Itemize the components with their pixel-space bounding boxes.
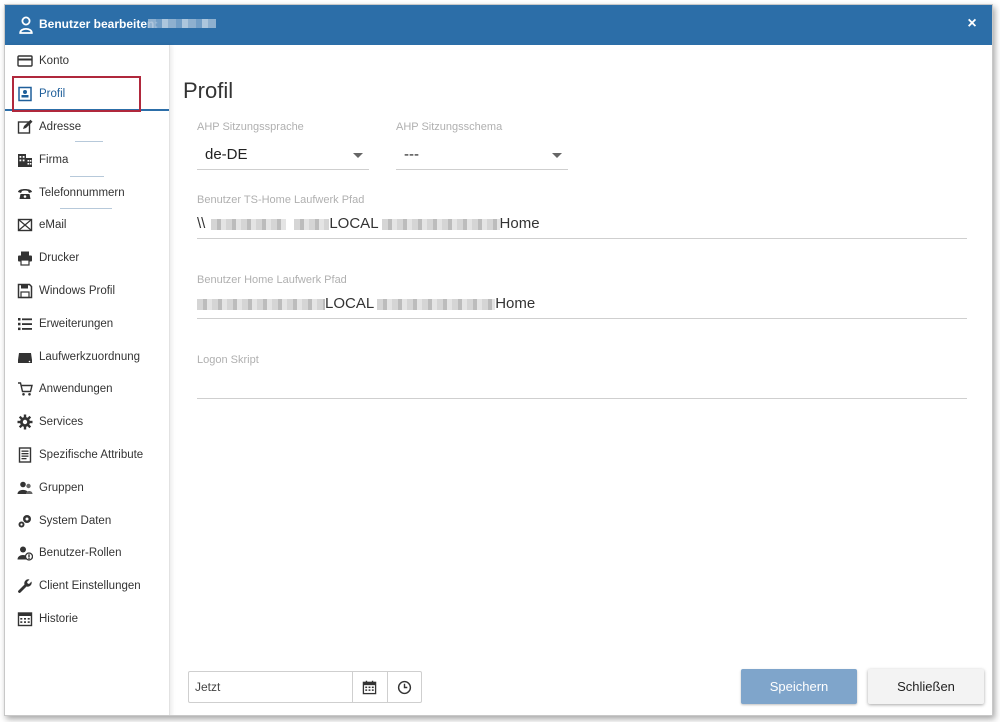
cart-icon xyxy=(16,380,34,398)
home-label: Benutzer Home Laufwerk Pfad xyxy=(197,274,347,286)
building-icon xyxy=(16,151,34,169)
sidebar-item-label: Profil xyxy=(39,88,66,101)
edit-icon xyxy=(16,118,34,136)
sidebar-item-profil[interactable]: Profil xyxy=(5,78,169,111)
divider xyxy=(70,176,104,177)
sidebar-item-benutzer-rollen[interactable]: Benutzer-Rollen xyxy=(5,537,169,570)
sidebar-item-laufwerkzuordnung[interactable]: Laufwerkzuordnung xyxy=(5,340,169,373)
sidebar-item-konto[interactable]: Konto xyxy=(5,45,169,78)
close-button[interactable]: Schließen xyxy=(868,669,984,704)
drive-icon xyxy=(16,348,34,366)
divider xyxy=(60,208,112,209)
ts-home-prefix: \\ xyxy=(197,215,206,232)
sidebar-item-firma[interactable]: Firma xyxy=(5,143,169,176)
sidebar-item-label: Firma xyxy=(39,153,69,166)
ts-home-label: Benutzer TS-Home Laufwerk Pfad xyxy=(197,194,365,206)
user-icon xyxy=(19,16,33,34)
calendar-icon xyxy=(363,680,377,694)
sidebar-item-label: System Daten xyxy=(39,514,112,527)
dialog-titlebar: Benutzer bearbeiten: × xyxy=(5,5,992,45)
sidebar-item-label: eMail xyxy=(39,219,67,232)
sidebar-item-anwendungen[interactable]: Anwendungen xyxy=(5,373,169,406)
floppy-disk-icon xyxy=(16,282,34,300)
home-suffix: Home xyxy=(495,295,536,312)
sidebar-item-gruppen[interactable]: Gruppen xyxy=(5,471,169,504)
redacted-text xyxy=(381,218,500,230)
date-input[interactable] xyxy=(189,672,352,702)
sidebar-item-drucker[interactable]: Drucker xyxy=(5,242,169,275)
sidebar-item-label: Benutzer-Rollen xyxy=(39,547,122,560)
redacted-text xyxy=(211,218,287,230)
profile-card-icon xyxy=(16,85,34,103)
schema-label: AHP Sitzungsschema xyxy=(396,121,503,133)
sidebar-item-erweiterungen[interactable]: Erweiterungen xyxy=(5,307,169,340)
sidebar-item-telefonnummern[interactable]: Telefonnummern xyxy=(5,176,169,209)
sidebar: Konto Profil Adresse Firma Telefonnummern eMa… xyxy=(5,45,170,715)
sidebar-item-label: Windows Profil xyxy=(39,284,116,297)
redacted-user-name xyxy=(148,19,216,28)
edit-user-dialog: Benutzer bearbeiten: × Konto Profil Adress… xyxy=(4,4,993,716)
redacted-text xyxy=(197,298,325,310)
sidebar-item-email[interactable]: eMail xyxy=(5,209,169,242)
redacted-text xyxy=(294,218,330,230)
home-path-input[interactable]: LOCAL Home xyxy=(197,289,967,319)
sidebar-item-services[interactable]: Services xyxy=(5,406,169,439)
main-panel: Profil AHP Sitzungssprache de-DE AHP Sit… xyxy=(183,45,992,715)
sidebar-item-label: Client Einstellungen xyxy=(39,580,141,593)
save-button[interactable]: Speichern xyxy=(741,669,857,704)
calendar-grid-icon xyxy=(16,610,34,628)
users-icon xyxy=(16,479,34,497)
sidebar-item-label: Anwendungen xyxy=(39,383,113,396)
time-button[interactable] xyxy=(386,672,422,702)
schema-value: --- xyxy=(404,146,419,163)
credit-card-icon xyxy=(16,52,34,70)
dialog-footer: Speichern Schließen xyxy=(183,655,992,715)
chevron-down-icon xyxy=(552,153,562,158)
sidebar-item-label: Adresse xyxy=(39,120,82,133)
sidebar-item-windows-profil[interactable]: Windows Profil xyxy=(5,275,169,308)
ts-home-suffix: Home xyxy=(499,215,540,232)
language-label: AHP Sitzungssprache xyxy=(197,121,304,133)
redacted-text xyxy=(377,298,496,310)
dialog-title: Benutzer bearbeiten: xyxy=(39,17,159,31)
sidebar-item-label: Laufwerkzuordnung xyxy=(39,350,141,363)
page-title: Profil xyxy=(183,77,234,103)
chevron-down-icon xyxy=(353,153,363,158)
sidebar-item-label: Erweiterungen xyxy=(39,317,114,330)
language-select[interactable]: de-DE xyxy=(197,140,369,170)
date-time-picker xyxy=(188,671,422,703)
clock-icon xyxy=(397,680,411,694)
mail-icon xyxy=(16,216,34,234)
calendar-button[interactable] xyxy=(352,672,387,702)
sidebar-item-label: Konto xyxy=(39,55,70,68)
ts-home-path-input[interactable]: \\ LOCAL Home xyxy=(197,209,967,239)
home-middle: LOCAL xyxy=(325,295,375,312)
sidebar-item-label: Telefonnummern xyxy=(39,186,125,199)
sidebar-item-label: Spezifische Attribute xyxy=(39,448,144,461)
user-role-icon xyxy=(16,544,34,562)
sidebar-item-label: Services xyxy=(39,416,84,429)
sidebar-item-historie[interactable]: Historie xyxy=(5,603,169,636)
language-value: de-DE xyxy=(205,146,248,163)
logon-script-input[interactable] xyxy=(197,369,967,399)
schema-select[interactable]: --- xyxy=(396,140,568,170)
close-icon[interactable]: × xyxy=(962,14,982,34)
sidebar-item-spezifische-attribute[interactable]: Spezifische Attribute xyxy=(5,439,169,472)
gear-icon xyxy=(16,413,34,431)
sidebar-item-label: Historie xyxy=(39,612,78,625)
phone-icon xyxy=(16,184,34,202)
sidebar-item-label: Drucker xyxy=(39,252,80,265)
divider xyxy=(75,141,103,142)
list-icon xyxy=(16,315,34,333)
document-icon xyxy=(16,446,34,464)
sidebar-item-system-daten[interactable]: System Daten xyxy=(5,504,169,537)
gears-icon xyxy=(16,512,34,530)
sidebar-item-client-einstellungen[interactable]: Client Einstellungen xyxy=(5,570,169,603)
ts-home-middle: LOCAL xyxy=(329,215,379,232)
sidebar-item-label: Gruppen xyxy=(39,481,84,494)
wrench-icon xyxy=(16,577,34,595)
sidebar-item-adresse[interactable]: Adresse xyxy=(5,111,169,144)
printer-icon xyxy=(16,249,34,267)
logon-script-label: Logon Skript xyxy=(197,354,259,366)
